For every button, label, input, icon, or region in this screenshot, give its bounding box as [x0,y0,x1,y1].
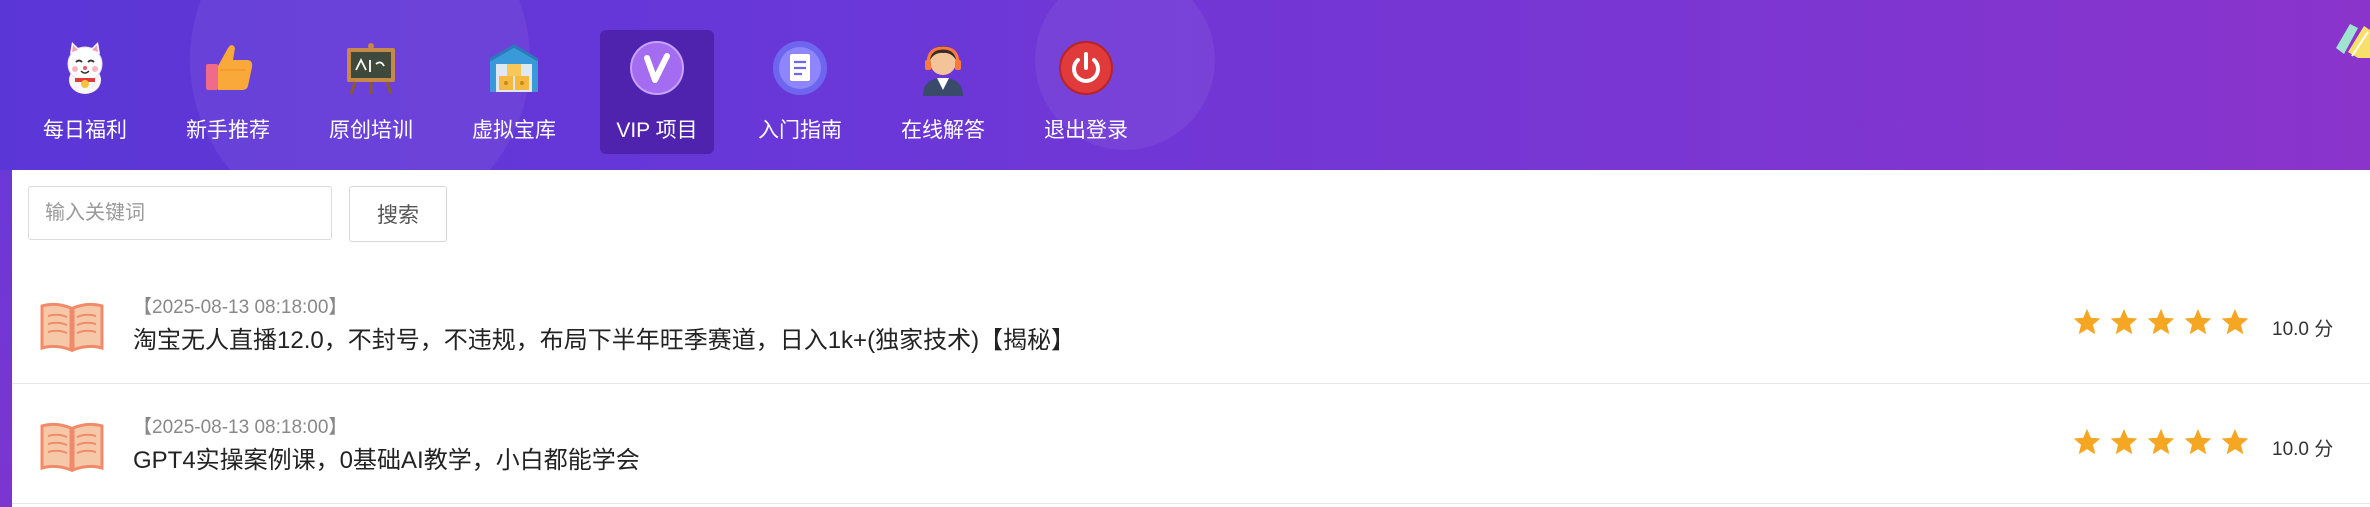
main-content: 搜索 【2025-08-13 08:18:00】 淘宝无人直播12.0，不封号，… [12,170,2370,507]
list-item[interactable]: 【2025-08-13 08:18:00】 GPT4实操案例课，0基础AI教学，… [12,384,2370,504]
blackboard-icon [347,43,395,95]
nav-item-label: 每日福利 [43,119,127,142]
star-icon [2110,308,2138,335]
top-navigation-bar: 每日福利 新手推荐 原创培训 虚拟宝库 VIP 项目 入门指南 在线解答 退出登… [0,0,2370,170]
nav-item-virtual-treasury[interactable]: 虚拟宝库 [457,30,571,154]
article-title-link[interactable]: 淘宝无人直播12.0，不封号，不违规，布局下半年旺季赛道，日入1k+(独家技术)… [133,320,1075,355]
nav-item-label: 入门指南 [758,119,842,142]
nav-item-label: 原创培训 [329,119,413,142]
nav-item-label: 在线解答 [901,119,985,142]
star-rating [2072,307,2257,339]
star-icon [2184,428,2212,455]
search-input[interactable] [28,186,332,240]
article-title-link[interactable]: GPT4实操案例课，0基础AI教学，小白都能学会 [133,440,640,475]
thumbs-up-icon [206,45,253,90]
article-list: 【2025-08-13 08:18:00】 淘宝无人直播12.0，不封号，不违规… [12,264,2370,504]
star-icon [2147,428,2175,455]
nav-item-online-answers[interactable]: 在线解答 [886,30,1000,154]
star-icon [2221,428,2249,455]
nav-item-daily-welfare[interactable]: 每日福利 [28,30,142,154]
open-book-icon [40,302,104,353]
warehouse-icon [489,44,539,92]
nav-item-label: 新手推荐 [186,119,270,142]
support-agent-icon [923,46,963,96]
vip-icon [630,41,684,95]
nav-item-vip-projects[interactable]: VIP 项目 [600,30,714,154]
nav-item-logout[interactable]: 退出登录 [1029,30,1143,154]
left-sidebar-edge [0,170,12,507]
article-score: 10.0 分 [2272,439,2334,460]
nav-item-label: 虚拟宝库 [472,119,556,142]
nav-item-beginner-recommend[interactable]: 新手推荐 [171,30,285,154]
star-rating [2072,427,2257,459]
star-icon [2147,308,2175,335]
nav-item-label: 退出登录 [1044,119,1128,142]
star-icon [2184,308,2212,335]
lucky-cat-icon [67,42,103,94]
power-icon [1059,41,1113,95]
article-date: 【2025-08-13 08:18:00】 [133,417,348,438]
open-book-icon [40,422,104,473]
article-score: 10.0 分 [2272,319,2334,340]
nav-item-getting-started[interactable]: 入门指南 [743,30,857,154]
article-date: 【2025-08-13 08:18:00】 [133,297,348,318]
star-icon [2110,428,2138,455]
nav-item-label: VIP 项目 [616,119,698,142]
nav-item-original-training[interactable]: 原创培训 [314,30,428,154]
document-icon [773,41,827,95]
search-button[interactable]: 搜索 [349,186,447,242]
star-icon [2073,308,2101,335]
brand-logo-icon [2336,24,2370,58]
star-icon [2073,428,2101,455]
list-item[interactable]: 【2025-08-13 08:18:00】 淘宝无人直播12.0，不封号，不违规… [12,264,2370,384]
star-icon [2221,308,2249,335]
